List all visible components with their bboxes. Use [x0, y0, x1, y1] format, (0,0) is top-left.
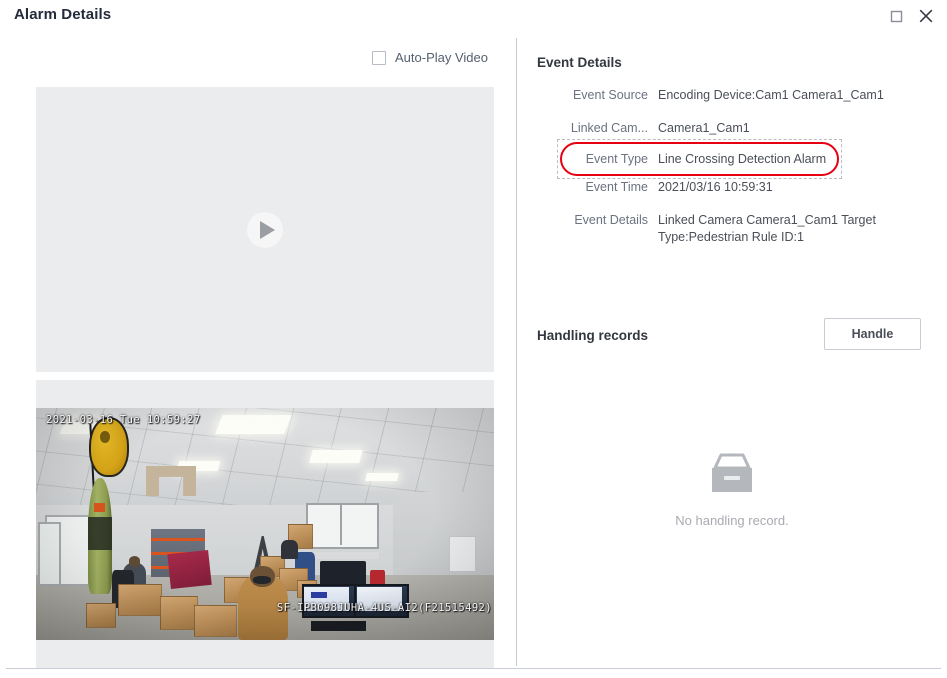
detail-value: Line Crossing Detection Alarm [658, 152, 827, 166]
detail-row-event-time: Event Time 2021/03/16 10:59:31 [517, 179, 947, 196]
play-icon [259, 220, 275, 239]
maximize-icon [890, 10, 902, 22]
page-title: Alarm Details [14, 6, 112, 23]
close-icon [919, 9, 933, 23]
auto-play-video-checkbox[interactable]: Auto-Play Video [372, 50, 488, 65]
dialog-content: Auto-Play Video 2021-03-16 Tue 10:59:27 … [0, 32, 947, 668]
maximize-button[interactable] [883, 3, 909, 29]
empty-state-text: No handling record. [675, 513, 789, 528]
window-controls [883, 3, 939, 29]
empty-box-icon [712, 453, 752, 492]
snapshot-model-osd: SF-IPB098JUHA-4US-AI2(F21515492) [276, 602, 492, 614]
detail-row-linked-camera: Linked Cam... Camera1_Cam1 [517, 120, 947, 137]
detail-label: Event Details [574, 213, 648, 227]
details-panel: Event Details Event Source Encoding Devi… [517, 32, 947, 668]
event-details-title: Event Details [537, 55, 622, 70]
checkbox-box[interactable] [372, 50, 386, 65]
auto-play-video-label: Auto-Play Video [395, 50, 488, 65]
detail-label: Event Time [585, 180, 648, 194]
snapshot-image: 2021-03-16 Tue 10:59:27 SF-IPB098JUHA-4U… [36, 408, 494, 640]
event-details-list: Event Source Encoding Device:Cam1 Camera… [517, 87, 947, 262]
detail-row-event-type[interactable]: Event Type Line Crossing Detection Alarm [517, 139, 947, 179]
snapshot-panel[interactable]: 2021-03-16 Tue 10:59:27 SF-IPB098JUHA-4U… [36, 380, 494, 668]
handling-records-title: Handling records [537, 328, 649, 343]
snapshot-timestamp-osd: 2021-03-16 Tue 10:59:27 [46, 414, 201, 426]
video-player[interactable] [36, 87, 494, 372]
close-button[interactable] [913, 3, 939, 29]
handling-records-empty-state: No handling record. [517, 452, 947, 528]
media-panel: Auto-Play Video 2021-03-16 Tue 10:59:27 … [0, 32, 516, 668]
detail-label: Event Source [572, 88, 648, 102]
detail-label: Linked Cam... [570, 121, 648, 135]
footer-divider [6, 668, 941, 669]
detail-label: Event Type [585, 152, 648, 166]
detail-value: 2021/03/16 10:59:31 [658, 180, 773, 194]
play-button[interactable] [247, 211, 283, 248]
detail-value: Camera1_Cam1 [658, 121, 750, 135]
window-titlebar: Alarm Details [0, 0, 947, 32]
detail-row-event-details: Event Details Linked Camera Camera1_Cam1… [517, 212, 947, 246]
detail-value: Encoding Device:Cam1 Camera1_Cam1 [658, 88, 884, 102]
handle-button[interactable]: Handle [824, 318, 921, 350]
detail-value: Linked Camera Camera1_Cam1 Target Type:P… [658, 213, 876, 244]
detail-row-event-source: Event Source Encoding Device:Cam1 Camera… [517, 87, 947, 104]
